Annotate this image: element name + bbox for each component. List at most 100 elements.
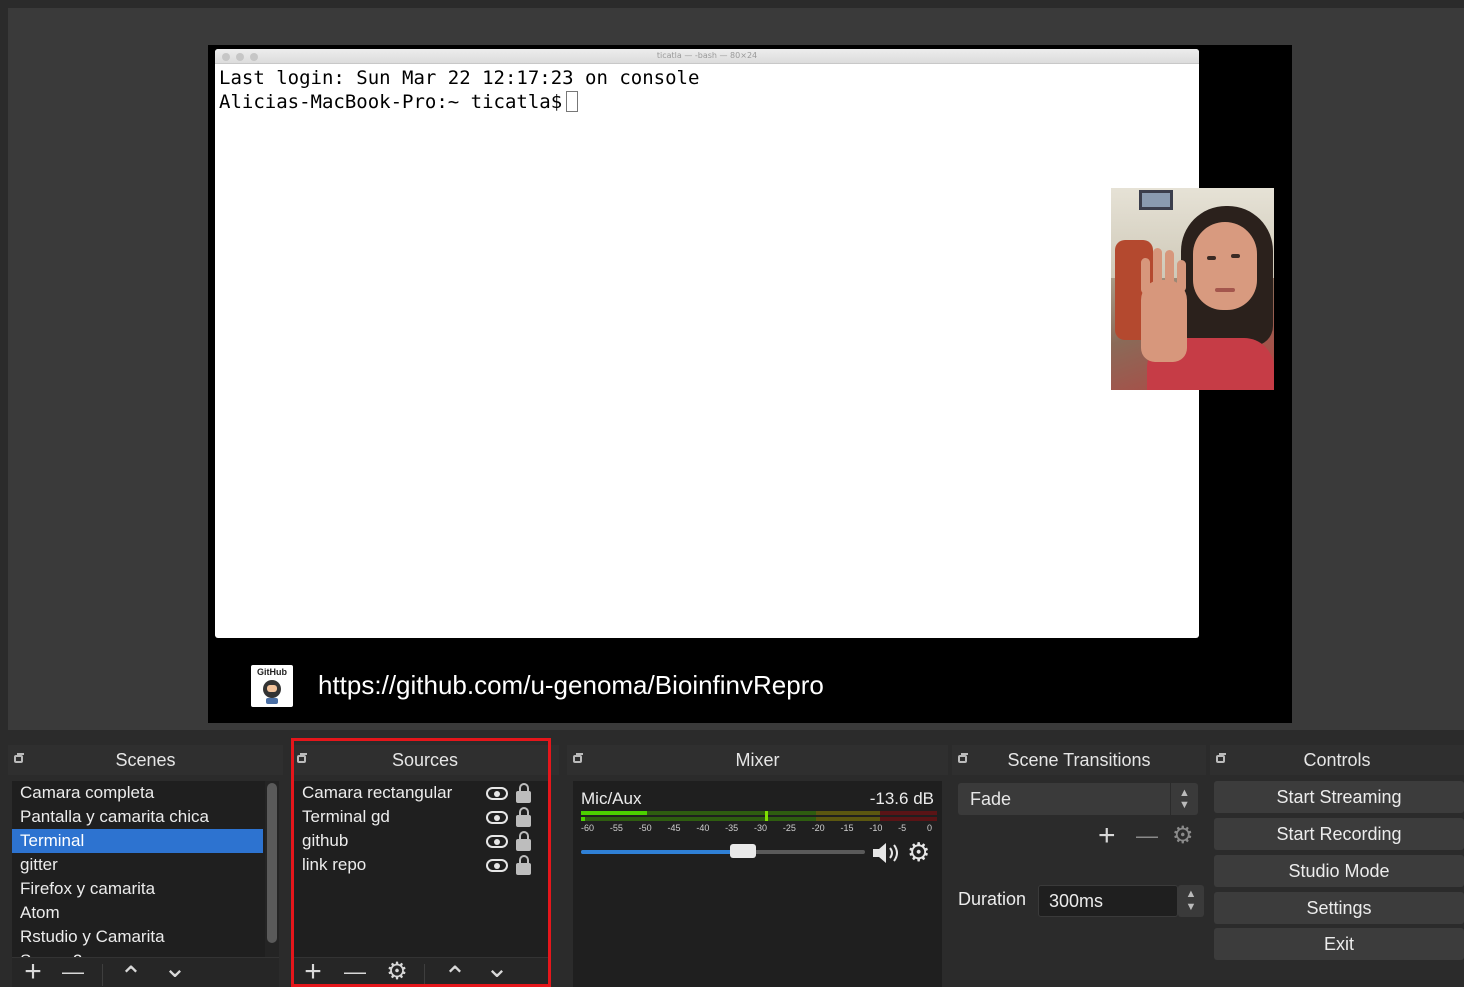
move-scene-up-button[interactable]: ⌃ (116, 957, 146, 987)
meter-ticks: -60 -55 -50 -45 -40 -35 -30 -25 -20 -15 -10 -5 0 (581, 823, 937, 833)
studio-mode-button[interactable]: Studio Mode (1214, 855, 1464, 887)
move-source-down-button[interactable]: ⌄ (482, 954, 512, 987)
preview-canvas[interactable]: ticatla — -bash — 80×24 Last login: Sun … (208, 45, 1292, 723)
duration-label: Duration (958, 889, 1027, 909)
source-item[interactable]: Camara rectangular (294, 781, 551, 805)
mixer-header: Mixer (567, 745, 948, 775)
duration-spinner[interactable]: ▲ ▼ (1178, 885, 1204, 917)
preview-area[interactable]: ticatla — -bash — 80×24 Last login: Sun … (8, 8, 1464, 730)
add-transition-button[interactable]: + (1098, 819, 1116, 853)
meter-tick-label: -40 (696, 823, 710, 833)
terminal-line: Last login: Sun Mar 22 12:17:23 on conso… (219, 67, 700, 89)
scroll-thumb[interactable] (267, 783, 277, 943)
remove-scene-button[interactable]: — (58, 957, 88, 987)
sources-toolbar: + — ⚙ ⌃ ⌄ (294, 954, 551, 987)
terminal-title: ticatla — -bash — 80×24 (656, 51, 758, 60)
start-recording-button[interactable]: Start Recording (1214, 818, 1464, 850)
controls-title: Controls (1303, 750, 1371, 770)
sources-title: Sources (391, 750, 459, 770)
toolbar-separator (424, 964, 425, 986)
webcam-picture-frame (1139, 190, 1173, 210)
webcam-finger (1177, 260, 1186, 292)
source-properties-gear-icon[interactable]: ⚙ (382, 957, 412, 987)
scenes-list-panel: Camara completa Pantalla y camarita chica… (12, 781, 279, 987)
scene-item[interactable]: Rstudio y Camarita (12, 925, 263, 949)
start-streaming-button[interactable]: Start Streaming (1214, 781, 1464, 813)
volume-slider-knob[interactable] (729, 844, 756, 858)
transition-select[interactable]: Fade ▲ ▼ (958, 783, 1198, 815)
scene-item[interactable]: Firefox y camarita (12, 877, 263, 901)
eye-icon[interactable] (486, 787, 508, 800)
remove-transition-button[interactable]: — (1136, 819, 1158, 853)
move-source-up-button[interactable]: ⌃ (440, 957, 470, 987)
webcam-mouth (1215, 288, 1235, 292)
obs-window: ticatla — -bash — 80×24 Last login: Sun … (0, 0, 1464, 987)
source-item[interactable]: Terminal gd (294, 805, 551, 829)
lock-icon[interactable] (516, 783, 531, 803)
repo-link-text: https://github.com/u-genoma/BioinfinvRep… (318, 670, 824, 700)
lock-icon[interactable] (516, 855, 531, 875)
mixer-gear-icon[interactable]: ⚙ (907, 839, 930, 865)
remove-source-button[interactable]: — (340, 957, 370, 987)
float-dock-icon[interactable] (958, 753, 968, 763)
float-dock-icon[interactable] (1216, 753, 1226, 763)
scene-item[interactable]: Pantalla y camarita chica (12, 805, 263, 829)
sources-list: Camara rectangular Terminal gd github link … (294, 781, 551, 877)
scenes-scrollbar[interactable] (265, 781, 279, 959)
add-source-button[interactable]: + (298, 957, 328, 987)
sources-list-panel: Camara rectangular Terminal gd github link … (294, 781, 551, 987)
scene-item[interactable]: Camara completa (12, 781, 263, 805)
terminal-titlebar: ticatla — -bash — 80×24 (215, 49, 1199, 64)
mixer-panel: Mic/Aux -13.6 dB -60 -55 -50 -45 -40 -35 -30 -2… (573, 781, 942, 987)
lock-icon[interactable] (516, 807, 531, 827)
webcam-finger (1153, 248, 1162, 288)
scenes-list: Camara completa Pantalla y camarita chica… (12, 781, 279, 973)
sources-dock: Sources Camara rectangular Terminal gd git… (291, 745, 559, 987)
source-item[interactable]: link repo (294, 853, 551, 877)
settings-button[interactable]: Settings (1214, 892, 1464, 924)
toolbar-separator (102, 964, 103, 986)
meter-background (581, 817, 937, 821)
sources-header: Sources (291, 745, 559, 775)
meter-tick-label: -50 (638, 823, 652, 833)
mixer-channel-name: Mic/Aux (581, 789, 642, 808)
meter-level (581, 811, 647, 815)
terminal-line: Alicias-MacBook-Pro:~ ticatla$ (219, 90, 1199, 114)
controls-dock: Controls Start Streaming Start Recording… (1210, 745, 1464, 987)
float-dock-icon[interactable] (297, 753, 307, 763)
lock-icon[interactable] (516, 831, 531, 851)
float-dock-icon[interactable] (573, 753, 583, 763)
transition-properties-gear-icon[interactable]: ⚙ (1172, 819, 1194, 853)
meter-tick-label: -25 (782, 823, 796, 833)
scene-item[interactable]: Atom (12, 901, 263, 925)
transitions-title: Scene Transitions (1007, 750, 1151, 770)
volume-slider[interactable] (581, 844, 865, 858)
scene-item[interactable]: Terminal (12, 829, 263, 853)
meter-tick-label: -10 (869, 823, 883, 833)
meter-tick-label: -45 (667, 823, 681, 833)
exit-button[interactable]: Exit (1214, 928, 1464, 960)
move-scene-down-button[interactable]: ⌄ (160, 954, 190, 987)
select-arrows-icon: ▲ ▼ (1170, 783, 1198, 815)
webcam-finger (1165, 250, 1174, 288)
meter-tick-label: -5 (898, 823, 907, 833)
transition-selected: Fade (970, 789, 1012, 809)
meter-tick-label: 0 (927, 823, 933, 833)
duration-input[interactable]: 300ms (1038, 885, 1178, 917)
scene-item[interactable]: gitter (12, 853, 263, 877)
mixer-db-value: -13.6 dB (869, 789, 934, 808)
meter-tick-label: -20 (811, 823, 825, 833)
eye-icon[interactable] (486, 835, 508, 848)
transitions-panel: Fade ▲ ▼ + — ⚙ Duration 300ms ▲ ▼ (952, 779, 1206, 987)
add-scene-button[interactable]: + (18, 957, 48, 987)
source-item[interactable]: github (294, 829, 551, 853)
float-dock-icon[interactable] (14, 753, 24, 763)
eye-icon[interactable] (486, 859, 508, 872)
eye-icon[interactable] (486, 811, 508, 824)
transitions-header: Scene Transitions (952, 745, 1206, 775)
meter-tick-label: -30 (754, 823, 768, 833)
webcam-face (1193, 222, 1257, 310)
speaker-icon[interactable] (871, 841, 901, 865)
terminal-cursor (566, 91, 579, 112)
github-logo-text: GitHub (257, 667, 287, 677)
